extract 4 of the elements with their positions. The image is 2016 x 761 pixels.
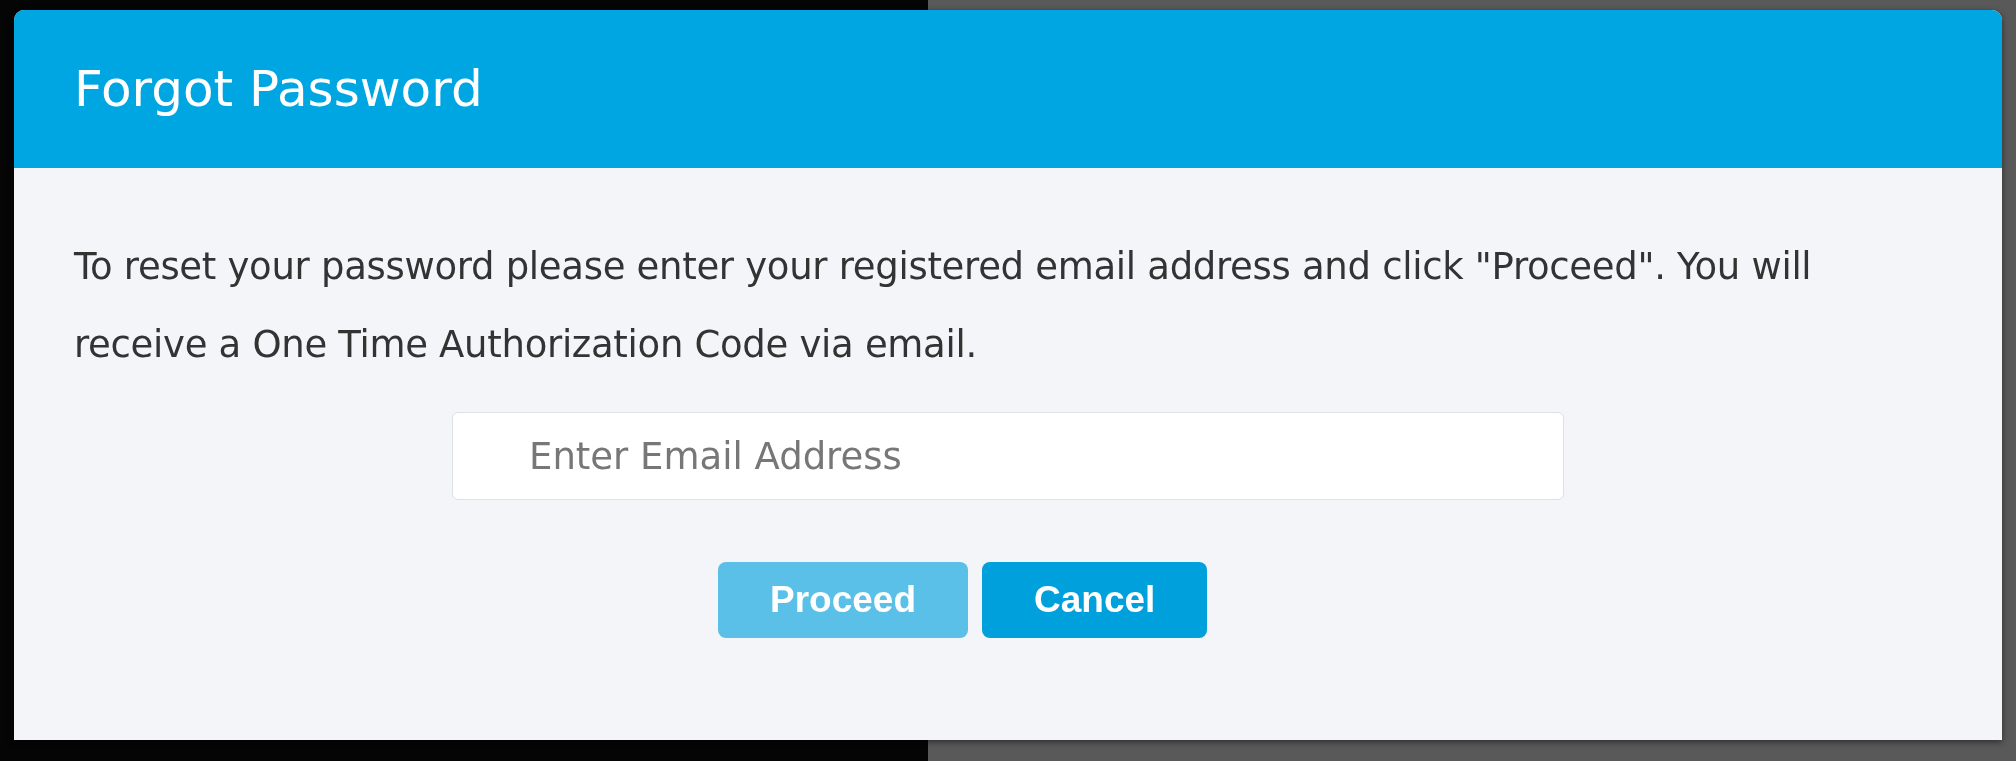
dialog-title: Forgot Password <box>74 60 483 118</box>
cancel-button[interactable]: Cancel <box>982 562 1208 638</box>
instructions-text: To reset your password please enter your registered email address and click "Proceed". You will receive a One Time Authorization Code via email. <box>74 244 1813 368</box>
email-field[interactable]: Enter Email Address <box>452 412 1564 500</box>
